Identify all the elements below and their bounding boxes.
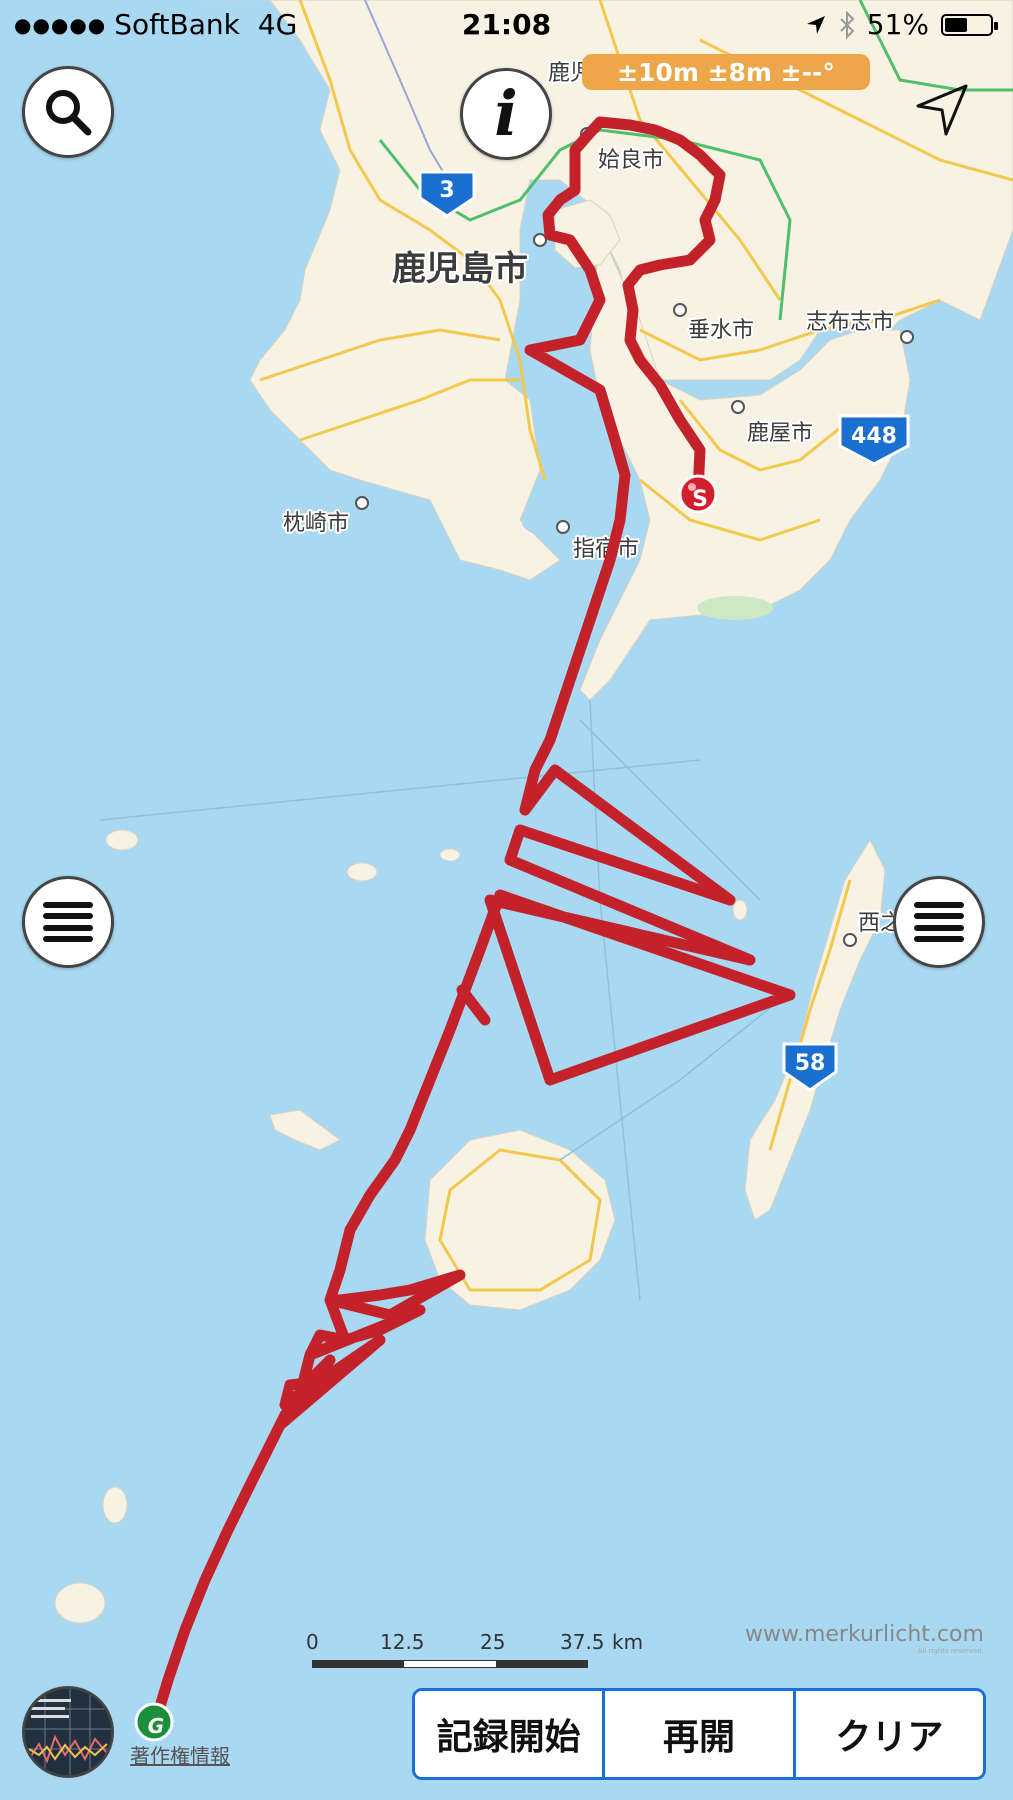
battery-percent: 51% xyxy=(866,8,929,41)
svg-text:58: 58 xyxy=(795,1051,826,1076)
accuracy-badge: ±10m ±8m ±--° xyxy=(582,54,870,90)
status-right: 51% xyxy=(805,8,998,41)
city-dot xyxy=(731,400,745,414)
label-kagoshima-city: 鹿児島市 xyxy=(392,249,528,289)
svg-text:G: G xyxy=(148,1714,164,1738)
hamburger-menu-icon xyxy=(914,902,964,942)
watermark: www.merkurlicht.com All rights reserved. xyxy=(745,1622,984,1655)
island-small xyxy=(439,848,461,862)
hamburger-menu-icon xyxy=(43,902,93,942)
label-shibushi: 志布志市 xyxy=(806,310,894,335)
island-small xyxy=(102,1486,128,1524)
search-button[interactable] xyxy=(22,66,114,158)
scale-tick-0: 0 xyxy=(306,1630,319,1654)
svg-text:S: S xyxy=(692,487,708,512)
label-makurazaki: 枕崎市 xyxy=(283,511,349,536)
search-icon xyxy=(46,90,92,136)
start-recording-button[interactable]: 記録開始 xyxy=(415,1691,603,1777)
clear-button[interactable]: クリア xyxy=(792,1691,983,1777)
bluetooth-icon xyxy=(840,10,855,39)
city-dot xyxy=(900,330,914,344)
info-icon: i xyxy=(494,77,518,150)
battery-icon xyxy=(941,13,998,36)
right-menu-button[interactable] xyxy=(893,876,985,968)
chart-thumbnail-icon xyxy=(25,1689,111,1775)
city-dot xyxy=(843,933,857,947)
graph-thumbnail-button[interactable] xyxy=(22,1686,114,1778)
map-view[interactable]: 鹿児島県 姶良市 鹿児島市 垂水市 志布志市 鹿屋市 枕崎市 指宿市 西之 3 … xyxy=(0,0,1013,1800)
scale-bar: 0 12.5 25 37.5 km xyxy=(304,1630,643,1670)
label-tarumizu: 垂水市 xyxy=(688,318,754,343)
start-marker[interactable]: S xyxy=(678,474,718,514)
navigation-arrow-icon[interactable] xyxy=(912,80,972,140)
scale-unit: km xyxy=(612,1630,644,1654)
scale-tick-3: 37.5 xyxy=(560,1630,605,1654)
island-small xyxy=(105,829,139,851)
scale-tick-2: 25 xyxy=(480,1630,506,1654)
label-aira: 姶良市 xyxy=(598,148,664,173)
status-bar: ●●●●● SoftBank 4G 21:08 51% xyxy=(0,0,1013,50)
location-arrow-icon xyxy=(806,15,825,34)
city-dot xyxy=(533,233,547,247)
goal-marker[interactable]: G xyxy=(134,1702,174,1742)
label-kanoya: 鹿屋市 xyxy=(747,421,813,446)
record-toolbar: 記録開始 再開 クリア xyxy=(412,1688,986,1780)
island-small xyxy=(346,862,378,882)
island-small xyxy=(54,1582,106,1624)
copyright-link[interactable]: 著作権情報 xyxy=(130,1740,230,1769)
svg-text:3: 3 xyxy=(439,178,454,203)
lake-ikeda xyxy=(522,510,558,534)
svg-text:448: 448 xyxy=(851,424,897,449)
watermark-subtext: All rights reserved. xyxy=(917,1647,984,1655)
scale-bar-graphic xyxy=(312,1660,588,1668)
city-dot xyxy=(673,303,687,317)
resume-button[interactable]: 再開 xyxy=(602,1691,793,1777)
watermark-text: www.merkurlicht.com xyxy=(745,1622,984,1647)
park-area xyxy=(697,596,773,620)
scale-tick-1: 12.5 xyxy=(380,1630,425,1654)
city-dot xyxy=(355,496,369,510)
info-button[interactable]: i xyxy=(460,68,552,160)
island-small xyxy=(732,899,748,921)
city-dot xyxy=(556,520,570,534)
left-menu-button[interactable] xyxy=(22,876,114,968)
